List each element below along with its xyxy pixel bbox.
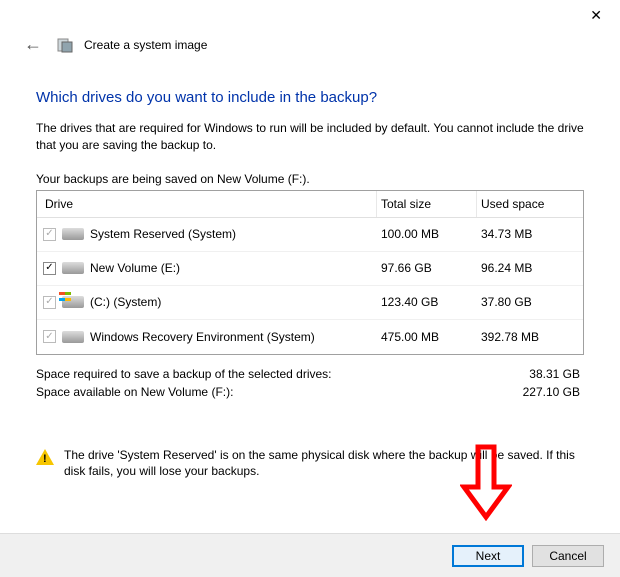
drive-used-space: 392.78 MB: [477, 330, 583, 344]
drive-name: Windows Recovery Environment (System): [90, 330, 315, 344]
warning-icon: [36, 449, 54, 465]
space-available-label: Space available on New Volume (F:):: [36, 385, 233, 399]
table-row[interactable]: System Reserved (System) 100.00 MB34.73 M…: [37, 218, 583, 252]
content-area: Which drives do you want to include in t…: [0, 59, 620, 490]
back-arrow-icon[interactable]: ←: [20, 34, 46, 55]
space-available-value: 227.10 GB: [523, 385, 580, 399]
next-button[interactable]: Next: [452, 545, 524, 567]
table-row[interactable]: New Volume (E:) 97.66 GB96.24 MB: [37, 252, 583, 286]
space-required-label: Space required to save a backup of the s…: [36, 367, 332, 381]
drive-cell: (C:) (System): [37, 295, 377, 309]
drive-used-space: 34.73 MB: [477, 227, 583, 241]
drive-total-size: 475.00 MB: [377, 330, 477, 344]
drive-used-space: 96.24 MB: [477, 261, 583, 275]
table-row[interactable]: Windows Recovery Environment (System) 475…: [37, 320, 583, 354]
col-header-total[interactable]: Total size: [377, 191, 477, 217]
page-subtext: The drives that are required for Windows…: [36, 120, 584, 154]
system-image-icon: [56, 36, 74, 54]
col-header-drive[interactable]: Drive: [37, 191, 377, 217]
save-target-label: Your backups are being saved on New Volu…: [36, 172, 584, 186]
space-required-value: 38.31 GB: [529, 367, 580, 381]
drive-checkbox: [43, 330, 56, 343]
wizard-header: ← Create a system image: [0, 30, 620, 59]
drive-checkbox: [43, 296, 56, 309]
table-row[interactable]: (C:) (System) 123.40 GB37.80 GB: [37, 286, 583, 320]
drive-icon: [62, 262, 84, 274]
page-heading: Which drives do you want to include in t…: [36, 89, 584, 106]
drive-total-size: 123.40 GB: [377, 295, 477, 309]
drive-total-size: 97.66 GB: [377, 261, 477, 275]
titlebar: ✕: [0, 0, 620, 30]
drive-used-space: 37.80 GB: [477, 295, 583, 309]
drive-grid: Drive Total size Used space System Reser…: [36, 190, 584, 355]
drive-name: System Reserved (System): [90, 227, 236, 241]
drive-name: (C:) (System): [90, 295, 161, 309]
drive-icon: [62, 228, 84, 240]
drive-checkbox[interactable]: [43, 262, 56, 275]
windows-drive-icon: [62, 296, 84, 308]
drive-icon: [62, 331, 84, 343]
drive-cell: System Reserved (System): [37, 227, 377, 241]
drive-name: New Volume (E:): [90, 261, 180, 275]
col-header-used[interactable]: Used space: [477, 191, 583, 217]
wizard-title: Create a system image: [84, 38, 207, 52]
close-icon[interactable]: ✕: [580, 3, 612, 28]
cancel-button[interactable]: Cancel: [532, 545, 604, 567]
drive-checkbox: [43, 228, 56, 241]
drive-cell: New Volume (E:): [37, 261, 377, 275]
warning-text: The drive 'System Reserved' is on the sa…: [64, 447, 584, 481]
space-summary: Space required to save a backup of the s…: [36, 365, 584, 401]
wizard-footer: Next Cancel: [0, 533, 620, 577]
drive-cell: Windows Recovery Environment (System): [37, 330, 377, 344]
grid-header: Drive Total size Used space: [37, 191, 583, 218]
warning-block: The drive 'System Reserved' is on the sa…: [36, 447, 584, 481]
drive-total-size: 100.00 MB: [377, 227, 477, 241]
